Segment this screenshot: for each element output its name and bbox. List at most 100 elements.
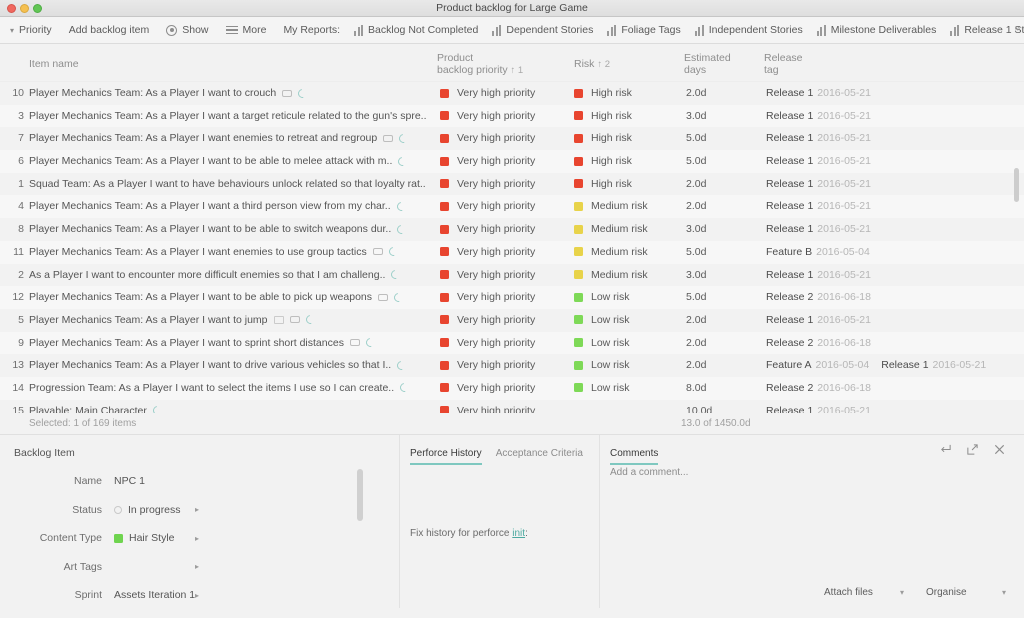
refresh-arc-icon[interactable] [386,245,400,259]
row-release-tags[interactable]: Release 2 2016-06-18 [766,291,883,303]
table-row[interactable]: 14 Progression Team: As a Player I want t… [0,376,1024,400]
column-header-item-name[interactable]: Item name [29,58,79,70]
table-row[interactable]: 5 Player Mechanics Team: As a Player I wa… [0,308,1024,332]
row-item-name[interactable]: Player Mechanics Team: As a Player I wan… [29,245,400,259]
toolbar-priority-button[interactable]: ▾ Priority [10,24,52,36]
row-release-tags[interactable]: Release 1 2016-05-21 [766,178,883,190]
detail-bottom-controls[interactable]: Attach files ▾ Organise ▾ [818,583,1012,601]
detail-pane-actions[interactable] [939,443,1006,456]
detail-pane-scrollbar[interactable] [357,469,363,521]
row-priority[interactable]: Very high priority [440,132,535,144]
row-priority[interactable]: Very high priority [440,314,535,326]
attach-files-dropdown[interactable]: Attach files ▾ [818,583,910,601]
row-risk[interactable]: Medium risk [574,200,648,212]
report-chip-foliage-tags[interactable]: Foliage Tags [607,24,681,36]
tab-acceptance-criteria[interactable]: Acceptance Criteria [496,448,583,465]
organise-dropdown[interactable]: Organise ▾ [920,583,1012,601]
tab-perforce-history[interactable]: Perforce History [410,448,482,465]
row-priority[interactable]: Very high priority [440,246,535,258]
note-icon[interactable] [383,134,394,142]
note-icon[interactable] [289,316,300,324]
row-priority[interactable]: Very high priority [440,178,535,190]
row-risk[interactable]: High risk [574,178,632,190]
refresh-arc-icon[interactable] [397,132,411,145]
table-row[interactable]: 4 Player Mechanics Team: As a Player I wa… [0,195,1024,219]
detail-field-value[interactable]: Hair Style [114,532,175,544]
row-release-tags[interactable]: Feature B 2016-05-04 [766,246,882,258]
detail-field[interactable]: Content Type Hair Style ▸ [0,524,399,552]
table-row[interactable]: 9 Player Mechanics Team: As a Player I wa… [0,331,1024,355]
table-row[interactable]: 15 Playable: Main Character Very high prio… [0,399,1024,413]
refresh-arc-icon[interactable] [151,404,164,413]
refresh-arc-icon[interactable] [394,200,408,213]
column-header-product-backlog-priority[interactable]: Product backlog priority ↑ 1 [437,52,523,77]
table-row[interactable]: 6 Player Mechanics Team: As a Player I wa… [0,150,1024,173]
row-item-name[interactable]: Player Mechanics Team: As a Player I wan… [29,336,377,349]
backlog-grid[interactable]: 10 Player Mechanics Team: As a Player I w… [0,82,1024,413]
report-chip-backlog-not-completed[interactable]: Backlog Not Completed [354,24,478,36]
row-priority[interactable]: Very high priority [440,110,535,122]
refresh-arc-icon[interactable] [392,290,405,304]
row-item-name[interactable]: Player Mechanics Team: As a Player I wan… [29,110,427,122]
row-priority[interactable]: Very high priority [440,405,535,413]
row-release-tags[interactable]: Release 1 2016-05-21 [766,87,883,99]
row-release-tags[interactable]: Release 1 2016-05-21 [766,405,883,413]
row-release-tags[interactable]: Release 2 2016-06-18 [766,337,883,349]
row-item-name[interactable]: Player Mechanics Team: As a Player I wan… [29,200,408,213]
table-row[interactable]: 12 Player Mechanics Team: As a Player I w… [0,286,1024,309]
row-release-tags[interactable]: Release 1 2016-05-21 [766,200,883,212]
row-priority[interactable]: Very high priority [440,337,535,349]
detail-field[interactable]: Sprint Assets Iteration 1 ▸ [0,581,399,609]
row-risk[interactable]: Low risk [574,359,630,371]
note-icon[interactable] [349,339,360,347]
row-item-name[interactable]: Player Mechanics Team: As a Player I wan… [29,222,409,236]
toolbar-show-button[interactable]: Show [166,24,209,36]
row-item-name[interactable]: Player Mechanics Team: As a Player I wan… [29,290,405,304]
table-row[interactable]: 1 Squad Team: As a Player I want to have … [0,172,1024,196]
toolbar-more-button[interactable]: More [225,24,266,36]
row-priority[interactable]: Very high priority [440,291,535,303]
row-release-tags[interactable]: Release 1 2016-05-21 [766,269,883,281]
row-risk[interactable]: Low risk [574,382,630,394]
detail-field-value[interactable]: Assets Iteration 1 [114,589,195,601]
detail-field[interactable]: Art Tags ▸ [0,553,399,581]
refresh-arc-icon[interactable] [396,154,410,168]
row-item-name[interactable]: As a Player I want to encounter more dif… [29,268,403,281]
row-item-name[interactable]: Squad Team: As a Player I want to have b… [29,178,426,190]
row-risk[interactable]: Medium risk [574,269,648,281]
table-row[interactable]: 8 Player Mechanics Team: As a Player I wa… [0,218,1024,241]
row-item-name[interactable]: Player Mechanics Team: As a Player I wan… [29,132,411,145]
row-risk[interactable]: High risk [574,87,632,99]
refresh-arc-icon[interactable] [398,381,411,395]
close-icon[interactable] [993,443,1006,456]
refresh-arc-icon[interactable] [364,336,377,349]
table-row[interactable]: 13 Player Mechanics Team: As a Player I w… [0,354,1024,377]
row-item-name[interactable]: Player Mechanics Team: As a Player I wan… [29,154,410,168]
history-link[interactable]: init [512,528,525,539]
note-icon[interactable] [282,89,293,97]
table-row[interactable]: 3 Player Mechanics Team: As a Player I wa… [0,104,1024,128]
chevron-right-icon[interactable]: ▸ [195,505,199,514]
report-chip-release-1-status[interactable]: Release 1 Status [950,24,1024,36]
row-release-tags[interactable]: Release 2 2016-06-18 [766,382,883,394]
row-release-tags[interactable]: Release 1 2016-05-21 [766,314,883,326]
chevron-right-icon[interactable]: ▸ [195,562,199,571]
open-external-icon[interactable] [966,443,979,456]
column-header-estimated-days[interactable]: Estimated days [684,52,731,76]
toolbar-overflow-button[interactable]: » [1014,23,1020,34]
row-priority[interactable]: Very high priority [440,382,535,394]
report-chip-independent-stories[interactable]: Independent Stories [694,24,803,36]
row-release-tags[interactable]: Release 1 2016-05-21 [766,155,883,167]
row-risk[interactable]: Low risk [574,314,630,326]
row-item-name[interactable]: Playable: Main Character [29,404,164,413]
row-risk[interactable]: High risk [574,132,632,144]
image-icon[interactable] [273,315,284,324]
table-row[interactable]: 2 As a Player I want to encounter more di… [0,263,1024,287]
row-risk[interactable]: Low risk [574,291,630,303]
note-icon[interactable] [372,248,383,256]
row-item-name[interactable]: Player Mechanics Team: As a Player I wan… [29,86,310,100]
report-chip-milestone-deliverables[interactable]: Milestone Deliverables [816,24,936,36]
row-release-tags[interactable]: Feature A 2016-05-04 Release 1 2016-05-21 [766,359,998,371]
refresh-arc-icon[interactable] [389,268,403,281]
add-comment-input[interactable]: Add a comment... [610,467,688,478]
